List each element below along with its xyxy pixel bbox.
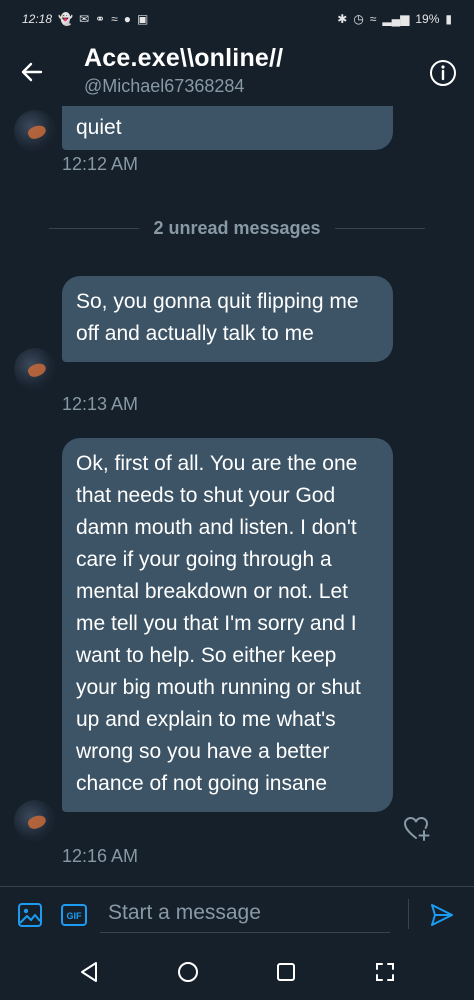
heart-plus-icon <box>404 817 430 841</box>
divider-line <box>49 228 140 229</box>
unread-divider: 2 unread messages <box>0 218 474 239</box>
back-button[interactable] <box>16 56 48 88</box>
unread-divider-label: 2 unread messages <box>153 218 321 238</box>
conversation-handle[interactable]: @Michael67368284 <box>84 76 244 97</box>
battery-icon: ▮ <box>445 12 452 26</box>
send-button[interactable] <box>428 901 456 929</box>
square-recents-icon <box>277 963 296 981</box>
chat-icon: ● <box>123 12 131 26</box>
message-bubble[interactable]: quiet <box>62 106 393 150</box>
gif-label: GIF <box>67 911 83 921</box>
message-text: quiet <box>76 116 122 139</box>
compose-bar: GIF <box>0 886 474 944</box>
status-time: 12:18 <box>22 12 53 26</box>
voicemail-icon: ⚭ <box>95 12 106 26</box>
nav-fullscreen-button[interactable] <box>370 957 400 987</box>
circle-home-icon <box>177 962 198 982</box>
conversation-header: Ace.exe\\online// @Michael67368284 <box>0 38 474 106</box>
nav-home-button[interactable] <box>173 957 203 987</box>
nav-recents-button[interactable] <box>271 957 301 987</box>
status-right: ✱ ◷ ≈ ▂▄▆ 19% ▮ <box>337 13 452 25</box>
triangle-back-icon <box>81 962 98 982</box>
message-text: Ok, first of all. You are the one that n… <box>76 452 361 795</box>
info-icon <box>430 60 456 86</box>
conversation-title[interactable]: Ace.exe\\online// <box>84 44 283 73</box>
alarm-icon: ◷ <box>353 12 364 26</box>
send-icon <box>431 904 453 926</box>
message-time: 12:13 AM <box>62 394 139 414</box>
hotspot-icon: ≈ <box>111 12 118 26</box>
mail-icon: ✉ <box>78 12 90 26</box>
status-bar: 12:18 👻 ✉ ⚭ ≈ ● ▣ ✱ ◷ ≈ ▂▄▆ 19% ▮ <box>0 0 474 38</box>
avatar[interactable] <box>14 348 56 390</box>
signal-icon: ▂▄▆ <box>382 12 410 26</box>
message-bubble[interactable]: So, you gonna quit flipping me off and a… <box>62 276 393 362</box>
bluetooth-icon: ✱ <box>337 12 348 26</box>
wifi-icon: ≈ <box>369 12 377 26</box>
add-gif-button[interactable]: GIF <box>60 901 88 929</box>
message-text: So, you gonna quit flipping me off and a… <box>76 290 359 345</box>
arrow-left-icon <box>21 62 43 82</box>
message-time: 12:12 AM <box>62 154 139 174</box>
message-input[interactable] <box>100 893 390 933</box>
message-list[interactable]: quiet 12:12 AM 2 unread messages So, you… <box>0 106 474 886</box>
gallery-icon: ▣ <box>136 12 149 26</box>
message-time: 12:16 AM <box>62 846 139 866</box>
info-button[interactable] <box>428 58 458 88</box>
divider-line <box>334 228 425 229</box>
system-nav-bar <box>0 944 474 1000</box>
compose-separator <box>408 899 409 929</box>
gif-icon: GIF <box>61 904 87 926</box>
snapchat-icon: 👻 <box>58 12 73 26</box>
avatar[interactable] <box>14 800 56 842</box>
message-bubble[interactable]: Ok, first of all. You are the one that n… <box>62 438 393 812</box>
status-left: 12:18 👻 ✉ ⚭ ≈ ● ▣ <box>22 12 148 26</box>
add-image-button[interactable] <box>16 901 44 929</box>
battery-percent: 19% <box>415 12 440 26</box>
nav-back-button[interactable] <box>74 957 104 987</box>
image-icon <box>18 903 42 927</box>
like-button[interactable] <box>402 814 432 844</box>
avatar[interactable] <box>14 110 56 152</box>
fullscreen-icon <box>375 963 394 981</box>
